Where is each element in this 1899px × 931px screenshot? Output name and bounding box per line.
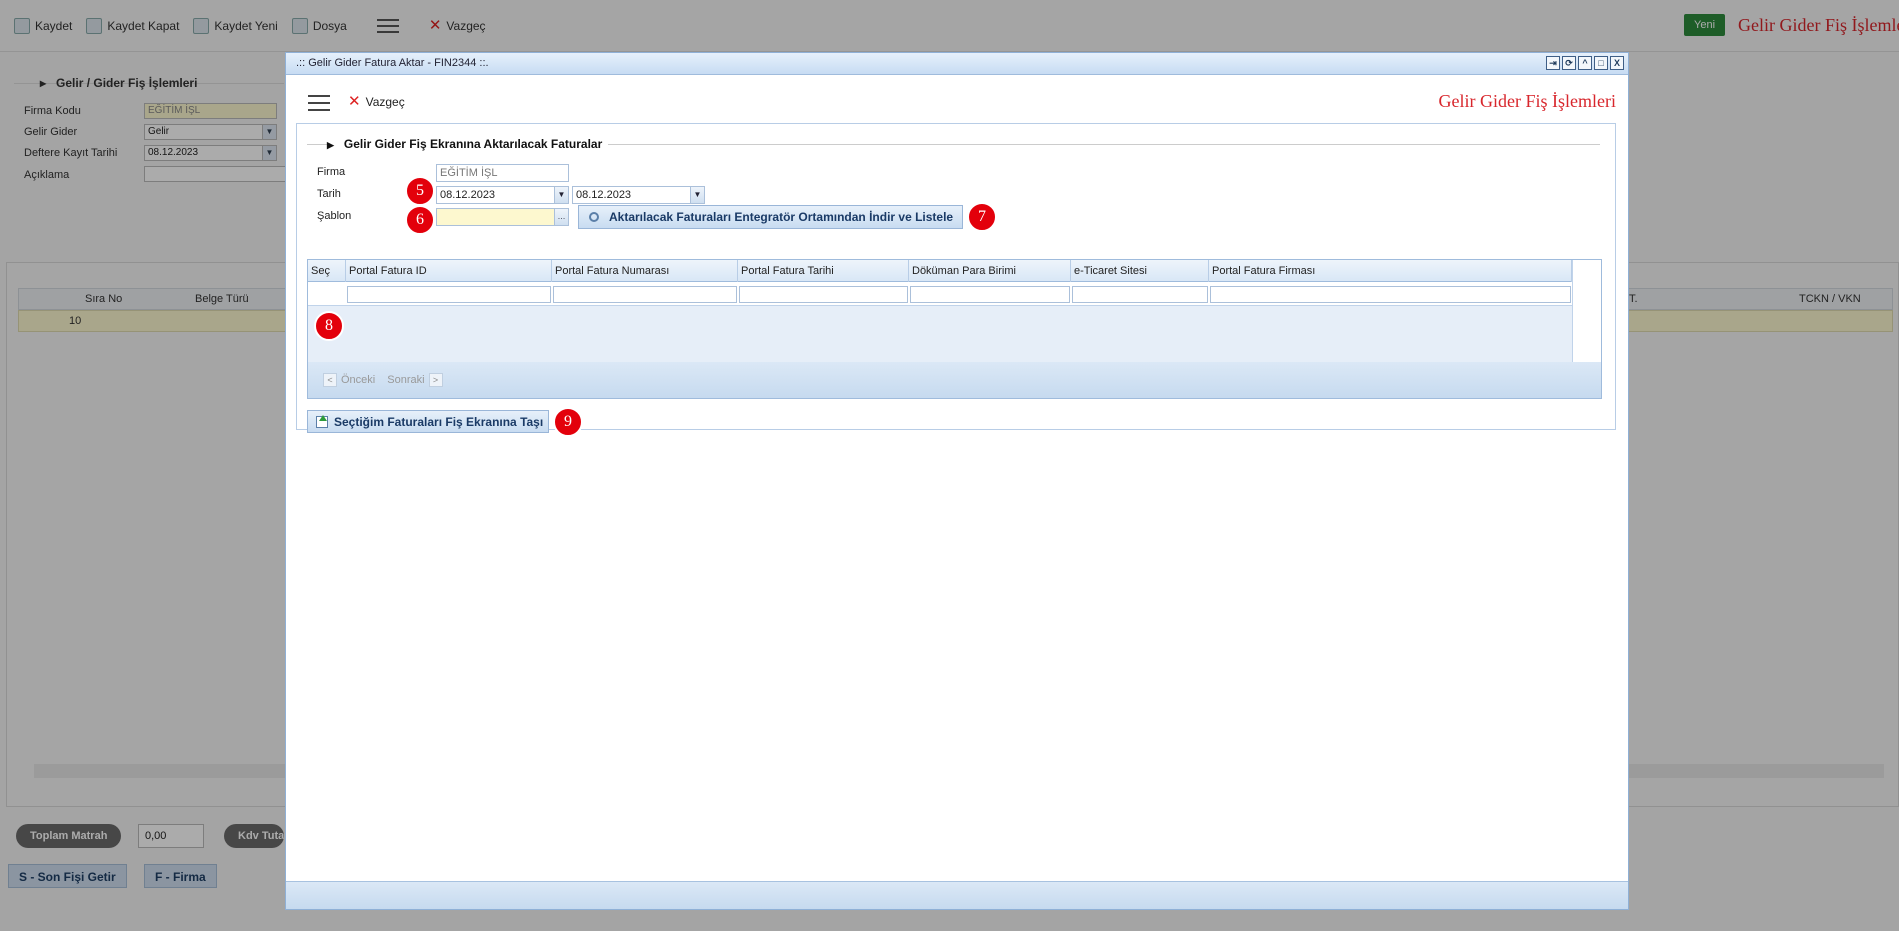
chevron-down-icon[interactable]: ▼ bbox=[554, 187, 568, 203]
tarih-start-field[interactable]: 08.12.2023 ▼ bbox=[436, 186, 569, 204]
filter-portal-fatura-id[interactable] bbox=[347, 286, 551, 303]
col-portal-fatura-numarasi[interactable]: Portal Fatura Numarası bbox=[552, 260, 738, 282]
fatura-aktar-dialog: .:: Gelir Gider Fatura Aktar - FIN2344 :… bbox=[285, 52, 1629, 910]
badge-5: 5 bbox=[405, 176, 435, 206]
section-title[interactable]: ▶ Gelir Gider Fiş Ekranına Aktarılacak Fa… bbox=[327, 137, 609, 151]
close-icon: ✕ bbox=[348, 93, 361, 110]
firma-label: Firma bbox=[317, 166, 346, 178]
chevron-left-icon[interactable]: < bbox=[323, 373, 337, 387]
search-icon bbox=[589, 212, 599, 222]
invoice-panel: ▶ Gelir Gider Fiş Ekranına Aktarılacak Fa… bbox=[296, 123, 1616, 437]
grid-pager: < Önceki Sonraki > bbox=[308, 362, 1601, 398]
cancel-button[interactable]: ✕ Vazgeç bbox=[348, 94, 405, 109]
sablon-field[interactable]: … bbox=[436, 208, 569, 226]
refresh-icon[interactable]: ⟳ bbox=[1562, 56, 1576, 70]
sablon-label: Şablon bbox=[317, 210, 352, 222]
upload-icon bbox=[316, 414, 328, 428]
prev-page-button[interactable]: Önceki bbox=[341, 374, 375, 386]
list-invoices-button[interactable]: Aktarılacak Faturaları Entegratör Ortamı… bbox=[578, 205, 963, 229]
move-invoices-button[interactable]: Seçtiğim Faturaları Fiş Ekranına Taşı bbox=[307, 410, 549, 433]
filter-portal-fatura-firmasi[interactable] bbox=[1210, 286, 1571, 303]
col-e-ticaret-sitesi[interactable]: e-Ticaret Sitesi bbox=[1071, 260, 1209, 282]
next-page-button[interactable]: Sonraki bbox=[387, 374, 424, 386]
invoice-grid: Seç Portal Fatura ID Portal Fatura Numar… bbox=[307, 259, 1602, 399]
maximize-icon[interactable]: □ bbox=[1594, 56, 1608, 70]
dialog-heading: Gelir Gider Fiş İşlemleri bbox=[1438, 91, 1616, 111]
filter-dokuman-para-birimi[interactable] bbox=[910, 286, 1070, 303]
dialog-footer bbox=[286, 881, 1628, 909]
caret-right-icon: ▶ bbox=[327, 140, 334, 150]
badge-7: 7 bbox=[967, 202, 997, 232]
vertical-scrollbar[interactable] bbox=[1572, 260, 1601, 362]
dialog-titlebar[interactable]: .:: Gelir Gider Fatura Aktar - FIN2344 :… bbox=[286, 53, 1628, 75]
tarih-label: Tarih bbox=[317, 188, 341, 200]
tarih-end-field[interactable]: 08.12.2023 ▼ bbox=[572, 186, 705, 204]
col-dokuman-para-birimi[interactable]: Döküman Para Birimi bbox=[909, 260, 1071, 282]
filter-portal-fatura-numarasi[interactable] bbox=[553, 286, 737, 303]
dialog-title: .:: Gelir Gider Fatura Aktar - FIN2344 :… bbox=[296, 57, 489, 69]
col-portal-fatura-id[interactable]: Portal Fatura ID bbox=[346, 260, 552, 282]
close-icon[interactable]: X bbox=[1610, 56, 1624, 70]
grid-filter-row bbox=[308, 282, 1572, 306]
collapse-icon[interactable]: ^ bbox=[1578, 56, 1592, 70]
more-icon[interactable]: … bbox=[554, 209, 568, 225]
filter-e-ticaret-sitesi[interactable] bbox=[1072, 286, 1208, 303]
col-portal-fatura-firmasi[interactable]: Portal Fatura Firması bbox=[1209, 260, 1572, 282]
grid-header: Seç Portal Fatura ID Portal Fatura Numar… bbox=[308, 260, 1572, 282]
badge-8: 8 bbox=[314, 311, 344, 341]
badge-6: 6 bbox=[405, 205, 435, 235]
chevron-down-icon[interactable]: ▼ bbox=[690, 187, 704, 203]
col-sec[interactable]: Seç bbox=[308, 260, 346, 282]
filter-portal-fatura-tarihi[interactable] bbox=[739, 286, 908, 303]
chevron-right-icon[interactable]: > bbox=[428, 373, 443, 387]
badge-9: 9 bbox=[553, 407, 583, 437]
pin-icon[interactable]: ⇥ bbox=[1546, 56, 1560, 70]
grid-body bbox=[308, 306, 1572, 362]
col-portal-fatura-tarihi[interactable]: Portal Fatura Tarihi bbox=[738, 260, 909, 282]
menu-icon[interactable] bbox=[308, 95, 330, 111]
firma-field[interactable]: EĞİTİM İŞL bbox=[436, 164, 569, 182]
